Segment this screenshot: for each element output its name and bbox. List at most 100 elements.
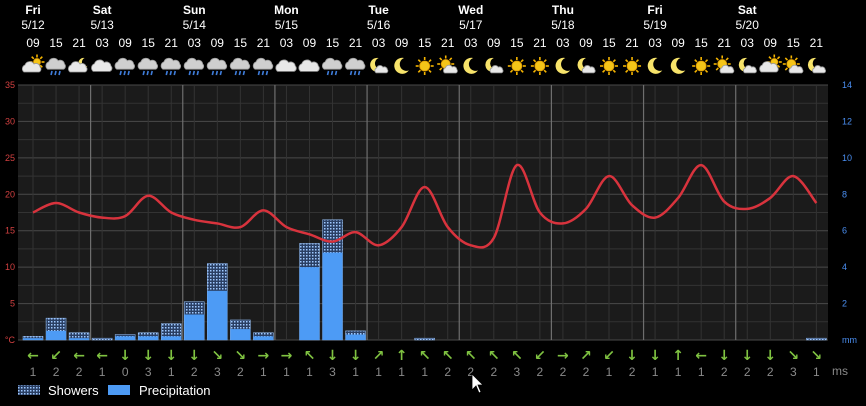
cloud-shape: [68, 61, 88, 73]
hour-label: 09: [26, 36, 40, 50]
moon-icon: [555, 57, 571, 74]
hour-label: 09: [118, 36, 132, 50]
wind-row: ← ↙ ← ← ↓ ↓ ↓ ↓ ↘ ↘ → → ↖ ↓ ↓ ↗ ↑ ↖ ↖ ↖ ↖ ↖ ↙ → ↗ ↙ ↓ ↓ ↑ ← ↓ ↓ ↓ ↘ ↘1 2 2 1 0…: [27, 348, 848, 379]
day-date: 5/18: [551, 18, 575, 32]
cloud-shape: [229, 57, 251, 70]
wind-direction-icon: ↗: [580, 348, 592, 364]
day-name: Sun: [183, 3, 206, 17]
moon-shape: [555, 57, 571, 74]
wind-direction-icon: ↓: [327, 348, 339, 364]
wind-direction-icon: ↓: [165, 348, 177, 364]
hour-label: 15: [234, 36, 248, 50]
cloud-shape: [489, 65, 504, 74]
wind-direction-icon: ↓: [350, 348, 362, 364]
wind-speed: 2: [490, 365, 497, 379]
legend-showers-swatch: [18, 385, 40, 395]
showers-bar: [414, 337, 435, 341]
mouse-cursor: [471, 373, 484, 394]
rain-drop: [142, 70, 145, 76]
rain-drop: [123, 70, 126, 76]
y-left-tick-label: 10: [5, 262, 15, 272]
hour-label: 21: [349, 36, 363, 50]
y-left-tick-label: 25: [5, 153, 15, 163]
precipitation-bar: [69, 338, 90, 340]
rain-drop: [50, 70, 53, 76]
wind-direction-icon: ↙: [534, 348, 546, 364]
wind-speed: 1: [813, 365, 820, 379]
sun-ray: [715, 57, 719, 61]
wind-speed: 3: [513, 365, 520, 379]
cloud-shape: [298, 59, 320, 72]
wind-speed: 1: [168, 365, 175, 379]
wind-direction-icon: →: [281, 348, 293, 364]
sun-ray: [449, 57, 453, 61]
sun-ray: [635, 69, 639, 73]
sun-ray: [612, 59, 616, 63]
sun-ray: [543, 59, 547, 63]
wind-direction-icon: ↓: [741, 348, 753, 364]
sun-disc: [626, 60, 638, 72]
moon-shape: [670, 57, 686, 74]
sun-ray: [439, 57, 443, 61]
rain-drop: [261, 70, 265, 76]
wind-direction-icon: ↓: [649, 348, 661, 364]
precipitation-bar: [138, 336, 159, 340]
wind-direction-icon: ↓: [718, 348, 730, 364]
moon-icon: [647, 57, 663, 74]
rain-drop: [357, 70, 361, 76]
cloud-icon: [275, 59, 297, 72]
sun-ray: [39, 56, 43, 60]
precipitation-bar: [115, 336, 136, 340]
wind-speed: 0: [122, 365, 129, 379]
y-left-tick-label: 20: [5, 189, 15, 199]
wind-direction-icon: ↓: [626, 348, 638, 364]
sun-ray: [725, 57, 729, 61]
wind-speed: 2: [767, 365, 774, 379]
precipitation-bar: [299, 267, 320, 340]
sun-icon: [415, 57, 434, 75]
sun-ray: [532, 59, 537, 63]
wind-speed: 2: [629, 365, 636, 379]
y-right-tick-label: 6: [842, 226, 847, 236]
wind-direction-icon: ↑: [396, 348, 408, 364]
hour-label: 03: [280, 36, 294, 50]
hour-label: 15: [510, 36, 524, 50]
wind-direction-icon: ↓: [119, 348, 131, 364]
hour-label: 15: [787, 36, 801, 50]
hour-label: 09: [303, 36, 317, 50]
hour-label: 03: [95, 36, 109, 50]
wind-speed: 3: [790, 365, 797, 379]
cursor-arrow-icon: [471, 373, 484, 394]
cloud-shape: [114, 57, 135, 70]
wind-unit: ms: [832, 364, 848, 378]
wind-speed: 1: [606, 365, 613, 379]
hour-label: 15: [326, 36, 340, 50]
y-right-tick-label: 4: [842, 262, 847, 272]
hour-label: 21: [718, 36, 732, 50]
hour-labels: 09 15 21 03 09 15 21 03 09 15 21 03 09 15 21 03 09 15 21 03…: [26, 36, 823, 50]
wind-direction-icon: ↖: [304, 348, 316, 364]
y-right-tick-label: 12: [842, 116, 852, 126]
y-right-tick-label: 14: [842, 80, 852, 90]
legend-showers-label: Showers: [48, 383, 99, 398]
day-name: Sat: [93, 3, 112, 17]
hour-label: 21: [625, 36, 639, 50]
y-right-tick-label: 10: [842, 153, 852, 163]
wind-direction-icon: ↘: [234, 348, 246, 364]
wind-direction-icon: ↓: [764, 348, 776, 364]
wind-speed: 1: [283, 365, 290, 379]
showers-bar: [91, 337, 113, 341]
hour-label: 03: [741, 36, 755, 50]
hour-label: 21: [257, 36, 271, 50]
precipitation-bar: [161, 336, 182, 340]
wind-direction-icon: ↘: [810, 348, 822, 364]
y-right-tick-label: mm: [842, 335, 857, 345]
hour-label: 09: [395, 36, 409, 50]
rain-drop: [211, 70, 215, 76]
rain-drop: [165, 70, 169, 76]
moon-cloud-icon: [738, 57, 757, 74]
cloud-rain-icon: [229, 57, 251, 76]
cloud-moon-icon: [68, 57, 88, 73]
wind-direction-icon: ↓: [142, 348, 154, 364]
wind-speed: 1: [675, 365, 682, 379]
